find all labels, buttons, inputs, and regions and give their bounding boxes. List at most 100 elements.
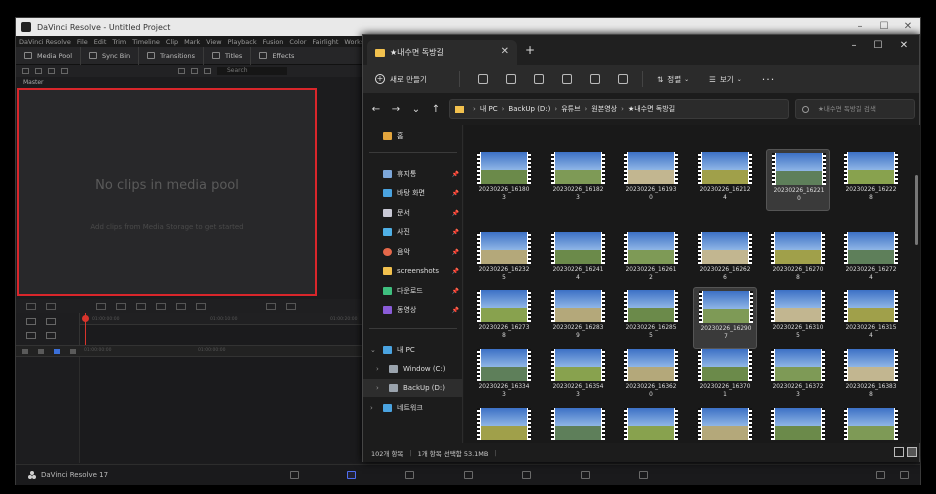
pin-icon[interactable]: 📌 (452, 307, 459, 314)
file-item[interactable]: 20230226_16285 5 (619, 287, 683, 349)
menu-file[interactable]: File (77, 38, 88, 46)
file-item[interactable]: 20230226_16273 8 (472, 287, 536, 349)
new-bin-icon[interactable] (48, 68, 55, 74)
chevron-right-icon[interactable]: › (376, 365, 379, 373)
file-grid[interactable]: 20230226_16180 3 20230226_16182 3 20230226_1… (464, 125, 920, 443)
timeline-tool4-icon[interactable] (46, 332, 56, 339)
file-item[interactable]: 20230226_16261 2 (619, 229, 683, 291)
explorer-tab[interactable]: ★내수면 독방길 ✕ (367, 40, 517, 65)
settings-icon[interactable] (900, 471, 909, 479)
breadcrumb-item[interactable]: ★내수면 독방길 (628, 104, 675, 114)
file-item[interactable]: 20230226_16222 8 (839, 149, 903, 211)
close-icon[interactable]: ✕ (893, 40, 915, 51)
link-icon[interactable] (38, 349, 44, 354)
color-page-icon[interactable] (522, 471, 531, 479)
file-item[interactable]: 20230226_163941 (546, 405, 610, 443)
transitions-button[interactable]: Transitions (138, 46, 203, 65)
timeline-ruler[interactable]: 01:00:00:00 01:00:10:00 01:00:20:00 (80, 313, 362, 325)
chevron-right-icon[interactable]: › (376, 384, 379, 392)
menu-trim[interactable]: Trim (112, 38, 126, 46)
more-options-icon[interactable]: ··· (762, 73, 776, 86)
sidebar-item-drive-c[interactable]: › Window (C:) (363, 360, 463, 378)
sidebar-item-desktop[interactable]: 바탕 화면 📌 (363, 184, 463, 202)
sidebar-item-drive-d[interactable]: › BackUp (D:) (363, 379, 463, 397)
recent-chevron-icon[interactable]: ⌄ (409, 104, 423, 115)
file-item[interactable]: 20230226_16354 3 (546, 346, 610, 408)
ripple-icon[interactable] (196, 302, 206, 310)
file-item[interactable]: 20230226_16270 8 (766, 229, 830, 291)
titles-button[interactable]: Titles (203, 46, 250, 65)
sync-bin-button[interactable]: Sync Bin (80, 46, 138, 65)
insert-icon[interactable] (26, 302, 36, 310)
file-item[interactable]: 20230226_164021 (619, 405, 683, 443)
media-pool-area[interactable]: No clips in media pool Add clips from Me… (17, 88, 317, 296)
new-tab-icon[interactable]: + (525, 43, 535, 57)
place-on-top-icon[interactable] (176, 302, 186, 310)
file-item[interactable]: 20230226_16334 3 (472, 346, 536, 408)
file-item[interactable]: 20230226_16290 7 (693, 287, 757, 349)
pin-icon[interactable]: 📌 (452, 210, 459, 217)
sidebar-item-network[interactable]: › 네트워크 (363, 399, 463, 417)
timeline-tool3-icon[interactable] (26, 332, 36, 339)
view-button[interactable]: ☰ 보기 ⌄ (709, 74, 742, 85)
timeline-tracks[interactable] (80, 357, 362, 463)
thumbnail-view-icon[interactable] (191, 68, 198, 74)
file-item[interactable]: 20230226_16272 4 (839, 229, 903, 291)
media-pool-button[interactable]: Media Pool (16, 47, 80, 65)
fusion-page-icon[interactable] (464, 471, 473, 479)
share-icon[interactable] (590, 74, 600, 84)
file-item[interactable]: 20230226_164215 (766, 405, 830, 443)
search-input[interactable]: ★내수면 독방길 검색 (795, 99, 915, 119)
timeline-tool-icon[interactable] (26, 318, 36, 325)
file-item[interactable]: 20230226_16182 3 (546, 149, 610, 211)
file-item[interactable]: 20230226_164041 (693, 405, 757, 443)
back-icon[interactable]: ← (369, 104, 383, 115)
flag-icon[interactable] (54, 349, 60, 354)
breadcrumb-item[interactable]: 내 PC (480, 104, 498, 114)
chevron-right-icon[interactable]: › (370, 404, 373, 412)
overwrite-icon[interactable] (116, 302, 126, 310)
media-page-icon[interactable] (290, 471, 299, 479)
menu-davinci[interactable]: DaVinci Resolve (19, 38, 71, 46)
sidebar-toggle-icon[interactable] (22, 68, 29, 74)
menu-clip[interactable]: Clip (166, 38, 178, 46)
sidebar-item-videos[interactable]: 동영상 📌 (363, 301, 463, 319)
sort-icon[interactable] (204, 68, 211, 74)
timeline-options-icon[interactable] (286, 302, 296, 310)
menu-fairlight[interactable]: Fairlight (312, 38, 338, 46)
close-tab-icon[interactable]: ✕ (501, 46, 509, 57)
menu-playback[interactable]: Playback (228, 38, 257, 46)
address-bar[interactable]: › 내 PC › BackUp (D:) › 유튜브 › 원본영상 › ★내수면… (449, 99, 866, 119)
effects-button[interactable]: Effects (250, 46, 302, 65)
menu-view[interactable]: View (206, 38, 221, 46)
append-icon[interactable] (96, 302, 106, 310)
pin-icon[interactable]: 📌 (452, 190, 459, 197)
file-item[interactable]: 20230226_16310 5 (766, 287, 830, 349)
scrollbar[interactable] (915, 175, 918, 245)
copy-icon[interactable] (506, 74, 516, 84)
up-icon[interactable]: ↑ (429, 104, 443, 115)
breadcrumb-item[interactable]: 원본영상 (591, 104, 617, 114)
menu-timeline[interactable]: Timeline (132, 38, 160, 46)
sidebar-item-downloads[interactable]: 다운로드 📌 (363, 282, 463, 300)
timeline-tool2-icon[interactable] (46, 318, 56, 325)
replace-icon[interactable] (136, 302, 146, 310)
razor-icon[interactable] (46, 302, 56, 310)
edit-page-icon[interactable] (405, 471, 414, 479)
sidebar-item-pictures[interactable]: 사진 📌 (363, 223, 463, 241)
fairlight-page-icon[interactable] (581, 471, 590, 479)
file-item[interactable]: 20230226_16232 5 (472, 229, 536, 291)
file-item[interactable]: 20230226_16362 0 (619, 346, 683, 408)
fit-to-fill-icon[interactable] (156, 302, 166, 310)
sidebar-item-screenshots[interactable]: screenshots 📌 (363, 262, 463, 280)
grid-view-icon[interactable] (178, 68, 185, 74)
pin-icon[interactable]: 📌 (452, 229, 459, 236)
deliver-page-icon[interactable] (639, 471, 648, 479)
marker-icon[interactable] (70, 349, 76, 354)
sidebar-item-this-pc[interactable]: ⌄ 내 PC (363, 341, 463, 359)
sidebar-item-home[interactable]: 홈 (363, 127, 463, 145)
file-item[interactable]: 20230226_164221 (839, 405, 903, 443)
list-view-icon[interactable] (35, 68, 42, 74)
details-view-icon[interactable] (894, 447, 904, 457)
menu-edit[interactable]: Edit (94, 38, 107, 46)
